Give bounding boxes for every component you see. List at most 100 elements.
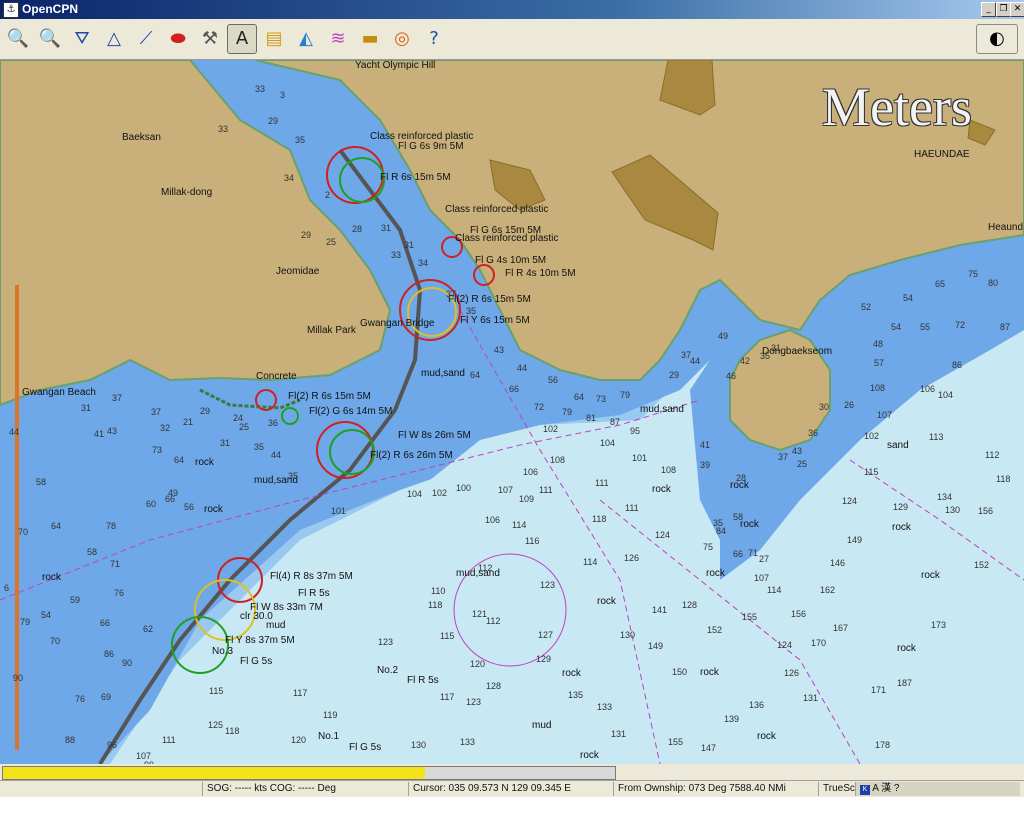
light-label: Fl G 6s 9m 5M bbox=[398, 141, 464, 152]
place-label: Baeksan bbox=[122, 132, 161, 143]
depth-sounding: 127 bbox=[538, 630, 554, 640]
depth-sounding: 27 bbox=[759, 554, 770, 564]
depth-sounding: 115 bbox=[209, 686, 224, 696]
depth-sounding: 167 bbox=[833, 623, 849, 633]
depth-sounding: 59 bbox=[70, 595, 81, 605]
light-label: Fl(2) R 6s 15m 5M bbox=[288, 391, 371, 402]
depth-sounding: 136 bbox=[749, 700, 765, 710]
depth-sounding: 71 bbox=[110, 559, 121, 569]
light-label: Fl G 6s 15m 5M bbox=[470, 225, 542, 236]
light-label: Fl W 8s 26m 5M bbox=[398, 430, 471, 441]
depth-sounding: 96 bbox=[107, 740, 118, 750]
place-label: Millak Park bbox=[307, 325, 356, 336]
tray-help-icon[interactable]: ? bbox=[894, 783, 900, 794]
depth-sounding: 150 bbox=[672, 667, 688, 677]
zoom-in-button[interactable]: 🔍 bbox=[3, 24, 33, 54]
route-button[interactable]: ⟋ bbox=[131, 24, 161, 54]
depth-sounding: 107 bbox=[136, 751, 152, 761]
depth-sounding: 114 bbox=[583, 557, 598, 567]
language-tray[interactable]: K A 漢 ? bbox=[855, 782, 1020, 796]
depth-sounding: 162 bbox=[820, 585, 836, 595]
scale-in-button[interactable]: ⛛ bbox=[67, 24, 97, 54]
depth-sounding: 46 bbox=[726, 371, 737, 381]
scale-out-button[interactable]: △ bbox=[99, 24, 129, 54]
depth-sounding: 41 bbox=[700, 440, 711, 450]
depth-sounding: 28 bbox=[736, 473, 747, 483]
depth-sounding: 106 bbox=[523, 467, 539, 477]
depth-sounding: 62 bbox=[143, 624, 154, 634]
depth-sounding: 156 bbox=[791, 609, 807, 619]
depth-sounding: 118 bbox=[996, 474, 1011, 484]
depth-sounding: 133 bbox=[460, 737, 476, 747]
tide-button[interactable]: ◭ bbox=[291, 24, 321, 54]
depth-sounding: 130 bbox=[620, 630, 636, 640]
progress-area bbox=[0, 764, 1024, 780]
depth-sounding: 79 bbox=[620, 390, 631, 400]
chart-quilt-button[interactable]: ▤ bbox=[259, 24, 289, 54]
seabed-label: rock bbox=[204, 504, 223, 515]
close-button[interactable]: ✕ bbox=[1010, 2, 1024, 17]
depth-sounding: 73 bbox=[596, 394, 607, 404]
ime-icon[interactable]: K bbox=[860, 785, 870, 795]
settings-button[interactable]: ⚒ bbox=[195, 24, 225, 54]
zoom-out-button[interactable]: 🔍 bbox=[35, 24, 65, 54]
depth-sounding: 49 bbox=[168, 488, 179, 498]
text-toggle-button[interactable]: A bbox=[227, 24, 257, 54]
depth-sounding: 31 bbox=[771, 343, 782, 353]
light-label: No.2 bbox=[377, 665, 399, 676]
help-button[interactable]: ? bbox=[419, 24, 449, 54]
depth-sounding: 139 bbox=[724, 714, 740, 724]
depth-sounding: 135 bbox=[568, 690, 584, 700]
restore-button[interactable]: ❐ bbox=[996, 2, 1011, 17]
print-button[interactable]: ▬ bbox=[355, 24, 385, 54]
compass-glyph: ◐ bbox=[989, 28, 1005, 49]
seabed-label: rock bbox=[580, 750, 599, 761]
light-label: Fl R 6s 15m 5M bbox=[380, 172, 451, 183]
depth-sounding: 120 bbox=[470, 659, 486, 669]
tray-hanja[interactable]: 漢 bbox=[881, 783, 891, 794]
seabed-label: rock bbox=[892, 522, 911, 533]
depth-sounding: 104 bbox=[938, 390, 954, 400]
depth-sounding: 37 bbox=[778, 452, 789, 462]
seabed-label: rock bbox=[757, 731, 776, 742]
compass-icon[interactable]: ◐ bbox=[976, 24, 1018, 54]
seabed-label: rock bbox=[652, 484, 671, 495]
depth-sounding: 124 bbox=[842, 496, 858, 506]
follow-ship-button[interactable]: ⬬ bbox=[163, 24, 193, 54]
depth-sounding: 64 bbox=[470, 370, 481, 380]
seabed-label: rock bbox=[897, 643, 916, 654]
seabed-label: rock bbox=[42, 572, 61, 583]
current-button[interactable]: ≋ bbox=[323, 24, 353, 54]
depth-sounding: 178 bbox=[875, 740, 891, 750]
depth-sounding: 152 bbox=[974, 560, 990, 570]
depth-sounding: 43 bbox=[494, 345, 505, 355]
depth-sounding: 149 bbox=[847, 535, 863, 545]
place-label: Class reinforced plastic bbox=[445, 204, 549, 215]
place-label: Concrete bbox=[256, 371, 297, 382]
seabed-label: rock bbox=[700, 667, 719, 678]
nautical-chart[interactable]: Meters Yacht Olympic Hill Baeksan Millak-d… bbox=[0, 60, 1024, 764]
status-bar: SOG: ----- kts COG: ----- Deg Cursor: 03… bbox=[0, 780, 1024, 797]
depth-sounding: 95 bbox=[630, 426, 641, 436]
depth-sounding: 107 bbox=[877, 410, 893, 420]
mob-button[interactable]: ◎ bbox=[387, 24, 417, 54]
minimize-button[interactable]: _ bbox=[981, 2, 996, 17]
depth-sounding: 111 bbox=[539, 485, 553, 495]
depth-sounding: 88 bbox=[65, 735, 76, 745]
depth-sounding: 37 bbox=[112, 393, 123, 403]
depth-sounding: 79 bbox=[562, 407, 573, 417]
seabed-label: rock bbox=[921, 570, 940, 581]
depth-sounding: 64 bbox=[174, 455, 185, 465]
depth-sounding: 130 bbox=[945, 505, 961, 515]
tray-a[interactable]: A bbox=[872, 783, 878, 794]
depth-sounding: 44 bbox=[690, 356, 701, 366]
depth-sounding: 133 bbox=[597, 702, 613, 712]
depth-sounding: 37 bbox=[681, 350, 692, 360]
depth-sounding: 108 bbox=[661, 465, 677, 475]
depth-sounding: 44 bbox=[271, 450, 282, 460]
depth-sounding: 34 bbox=[284, 173, 295, 183]
depth-sounding: 110 bbox=[431, 586, 446, 596]
light-label: Fl(2) G 6s 14m 5M bbox=[309, 406, 393, 417]
depth-sounding: 54 bbox=[41, 610, 52, 620]
depth-sounding: 123 bbox=[466, 697, 482, 707]
